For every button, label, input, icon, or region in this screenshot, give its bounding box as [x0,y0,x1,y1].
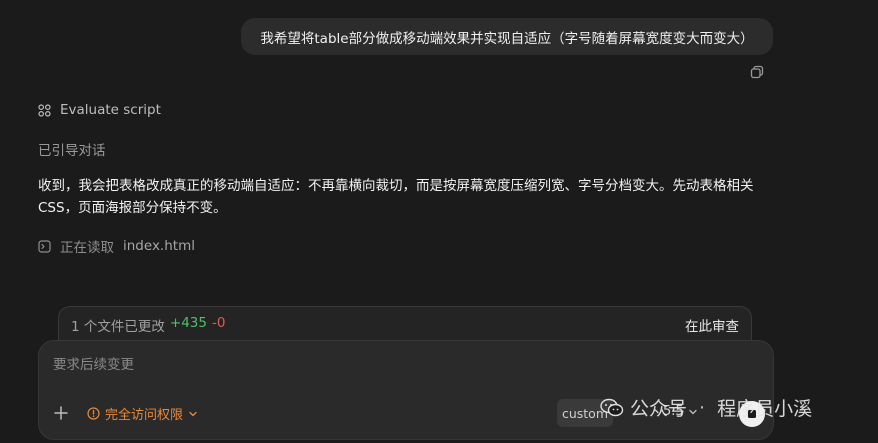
warning-icon [87,407,100,420]
watermark-right: 程序员小溪 [717,398,813,420]
changes-count: 1 个文件已更改 [71,319,165,335]
terminal-icon [38,239,51,253]
lines-added: +435 [169,315,207,331]
tool-step[interactable]: Evaluate script [38,102,161,118]
copy-button[interactable] [750,65,766,81]
copy-icon [750,65,764,79]
watermark: 公众号 · 程序员小溪 [600,394,812,421]
guide-label: 已引导对话 [38,143,106,159]
chat-page: 我希望将table部分做成移动端效果并实现自适应（字号随着屏幕宽度变大而变大） … [0,0,878,443]
watermark-left: 公众号 [630,398,688,420]
add-button[interactable] [52,404,70,422]
assistant-message: 收到，我会把表格改成真正的移动端自适应：不再靠横向裁切，而是按屏幕宽度压缩列宽、… [38,178,754,216]
lines-removed: -0 [211,315,226,331]
access-permission-dropdown[interactable]: 完全访问权限 [87,404,198,423]
wechat-icon [600,398,624,416]
watermark-separator: · [699,396,706,419]
review-here-button[interactable]: 在此审查 [685,315,739,335]
changes-row: 1 个文件已更改 +435 -0 在此审查 [71,315,739,335]
follow-up-input[interactable] [51,353,555,377]
changes-summary: 1 个文件已更改 +435 -0 [71,315,225,335]
tool-step-label: Evaluate script [60,102,161,118]
reading-file: index.html [123,238,195,254]
access-label: 完全访问权限 [105,408,184,423]
plus-icon [54,406,68,420]
user-message-text: 我希望将table部分做成移动端效果并实现自适应（字号随着屏幕宽度变大而变大） [260,30,754,47]
composer: 完全访问权限 custom 5.5 [38,340,774,440]
reading-label: 正在读取 [60,240,114,256]
grid-icon [38,103,51,117]
reading-status[interactable]: 正在读取 index.html [38,236,195,256]
chevron-down-icon [189,411,197,416]
user-message-bubble: 我希望将table部分做成移动端效果并实现自适应（字号随着屏幕宽度变大而变大） [241,18,773,55]
